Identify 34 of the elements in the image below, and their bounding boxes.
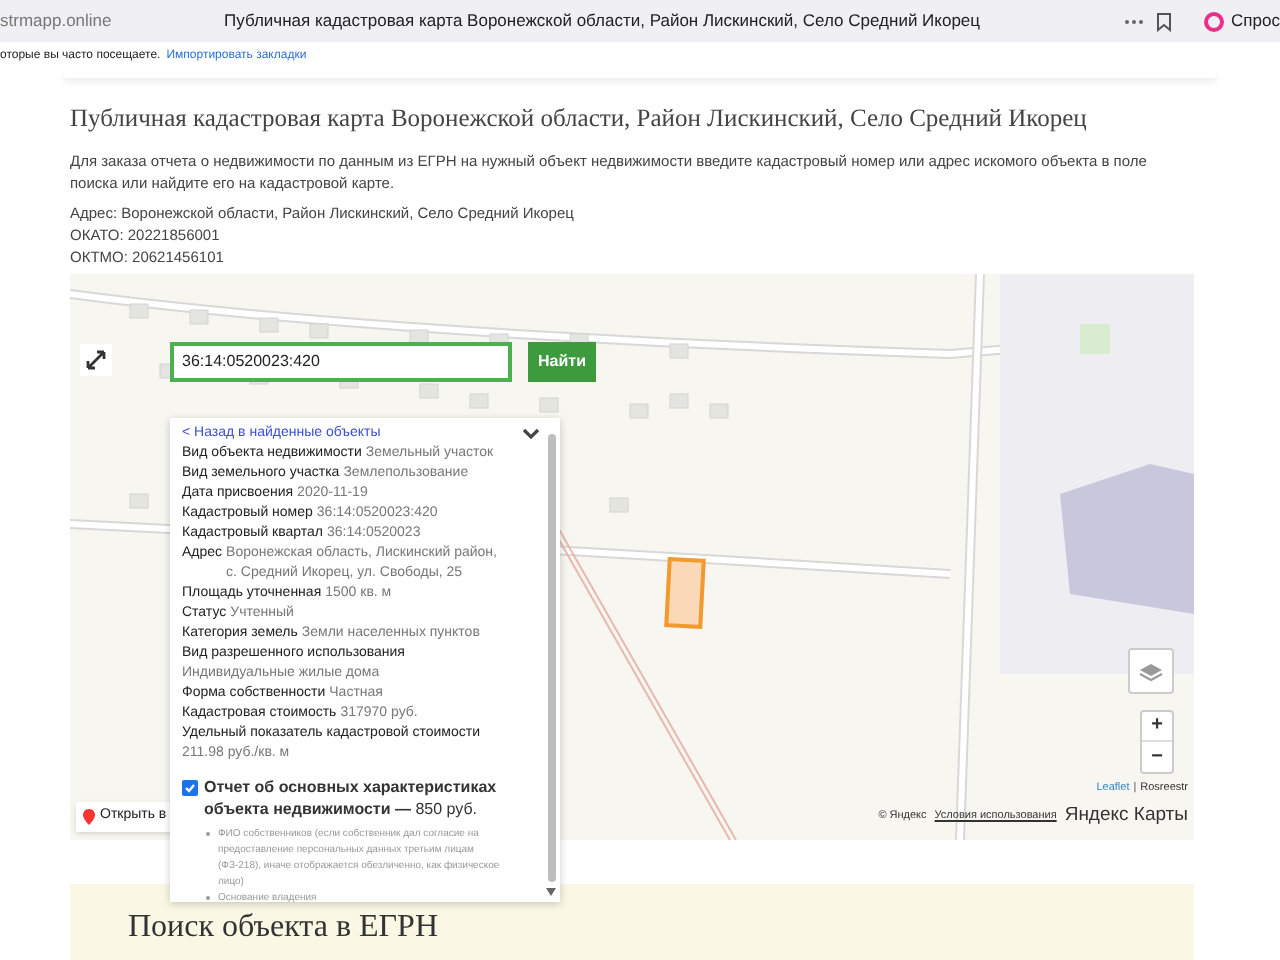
house-shape bbox=[539, 397, 559, 413]
scroll-down-arrow-icon[interactable] bbox=[546, 888, 556, 896]
map-pin-icon bbox=[82, 808, 96, 826]
map-provider-logo: Яндекс Карты bbox=[1064, 802, 1188, 830]
house-shape bbox=[669, 343, 689, 359]
house-shape bbox=[259, 317, 279, 333]
house-shape bbox=[609, 497, 629, 513]
expand-icon bbox=[86, 350, 106, 370]
house-shape bbox=[419, 383, 439, 399]
bookmark-icon[interactable] bbox=[1155, 11, 1172, 31]
address-url[interactable]: strmapp.online bbox=[0, 8, 224, 34]
find-button[interactable]: Найти bbox=[528, 342, 596, 382]
house-shape bbox=[129, 493, 149, 509]
page-title: Публичная кадастровая карта Воронежской области, Район Лискинский, Село Средний Икорец bbox=[70, 104, 1089, 134]
section-title: Поиск объекта в ЕГРН bbox=[128, 908, 440, 946]
house-shape bbox=[129, 303, 149, 319]
layers-icon bbox=[1138, 661, 1164, 681]
park-area bbox=[1080, 324, 1110, 354]
layers-button[interactable] bbox=[1128, 648, 1174, 694]
report-option-text: Отчет об основных характеристиках объекта недвижимости — 850 руб. bbox=[204, 776, 499, 820]
page-tab-title: Публичная кадастровая карта Воронежской области, Район Лискинский, Село Средний Икорец bbox=[224, 8, 983, 34]
collapse-chevron-icon[interactable] bbox=[522, 428, 540, 440]
zoom-in-button[interactable]: + bbox=[1142, 712, 1172, 742]
house-shape bbox=[469, 393, 489, 409]
popup-scrollbar[interactable] bbox=[548, 434, 556, 882]
zoom-out-button[interactable]: − bbox=[1142, 742, 1172, 772]
house-shape bbox=[309, 323, 329, 339]
fullscreen-button[interactable] bbox=[80, 344, 112, 376]
more-icon[interactable] bbox=[1123, 17, 1144, 25]
report-checkbox[interactable] bbox=[182, 780, 198, 796]
profile-icon[interactable] bbox=[1203, 11, 1224, 31]
search-field[interactable]: 36:14:0520023:420 bbox=[170, 342, 512, 382]
profile-label[interactable]: Спрос bbox=[1231, 8, 1280, 34]
house-shape bbox=[189, 309, 209, 325]
